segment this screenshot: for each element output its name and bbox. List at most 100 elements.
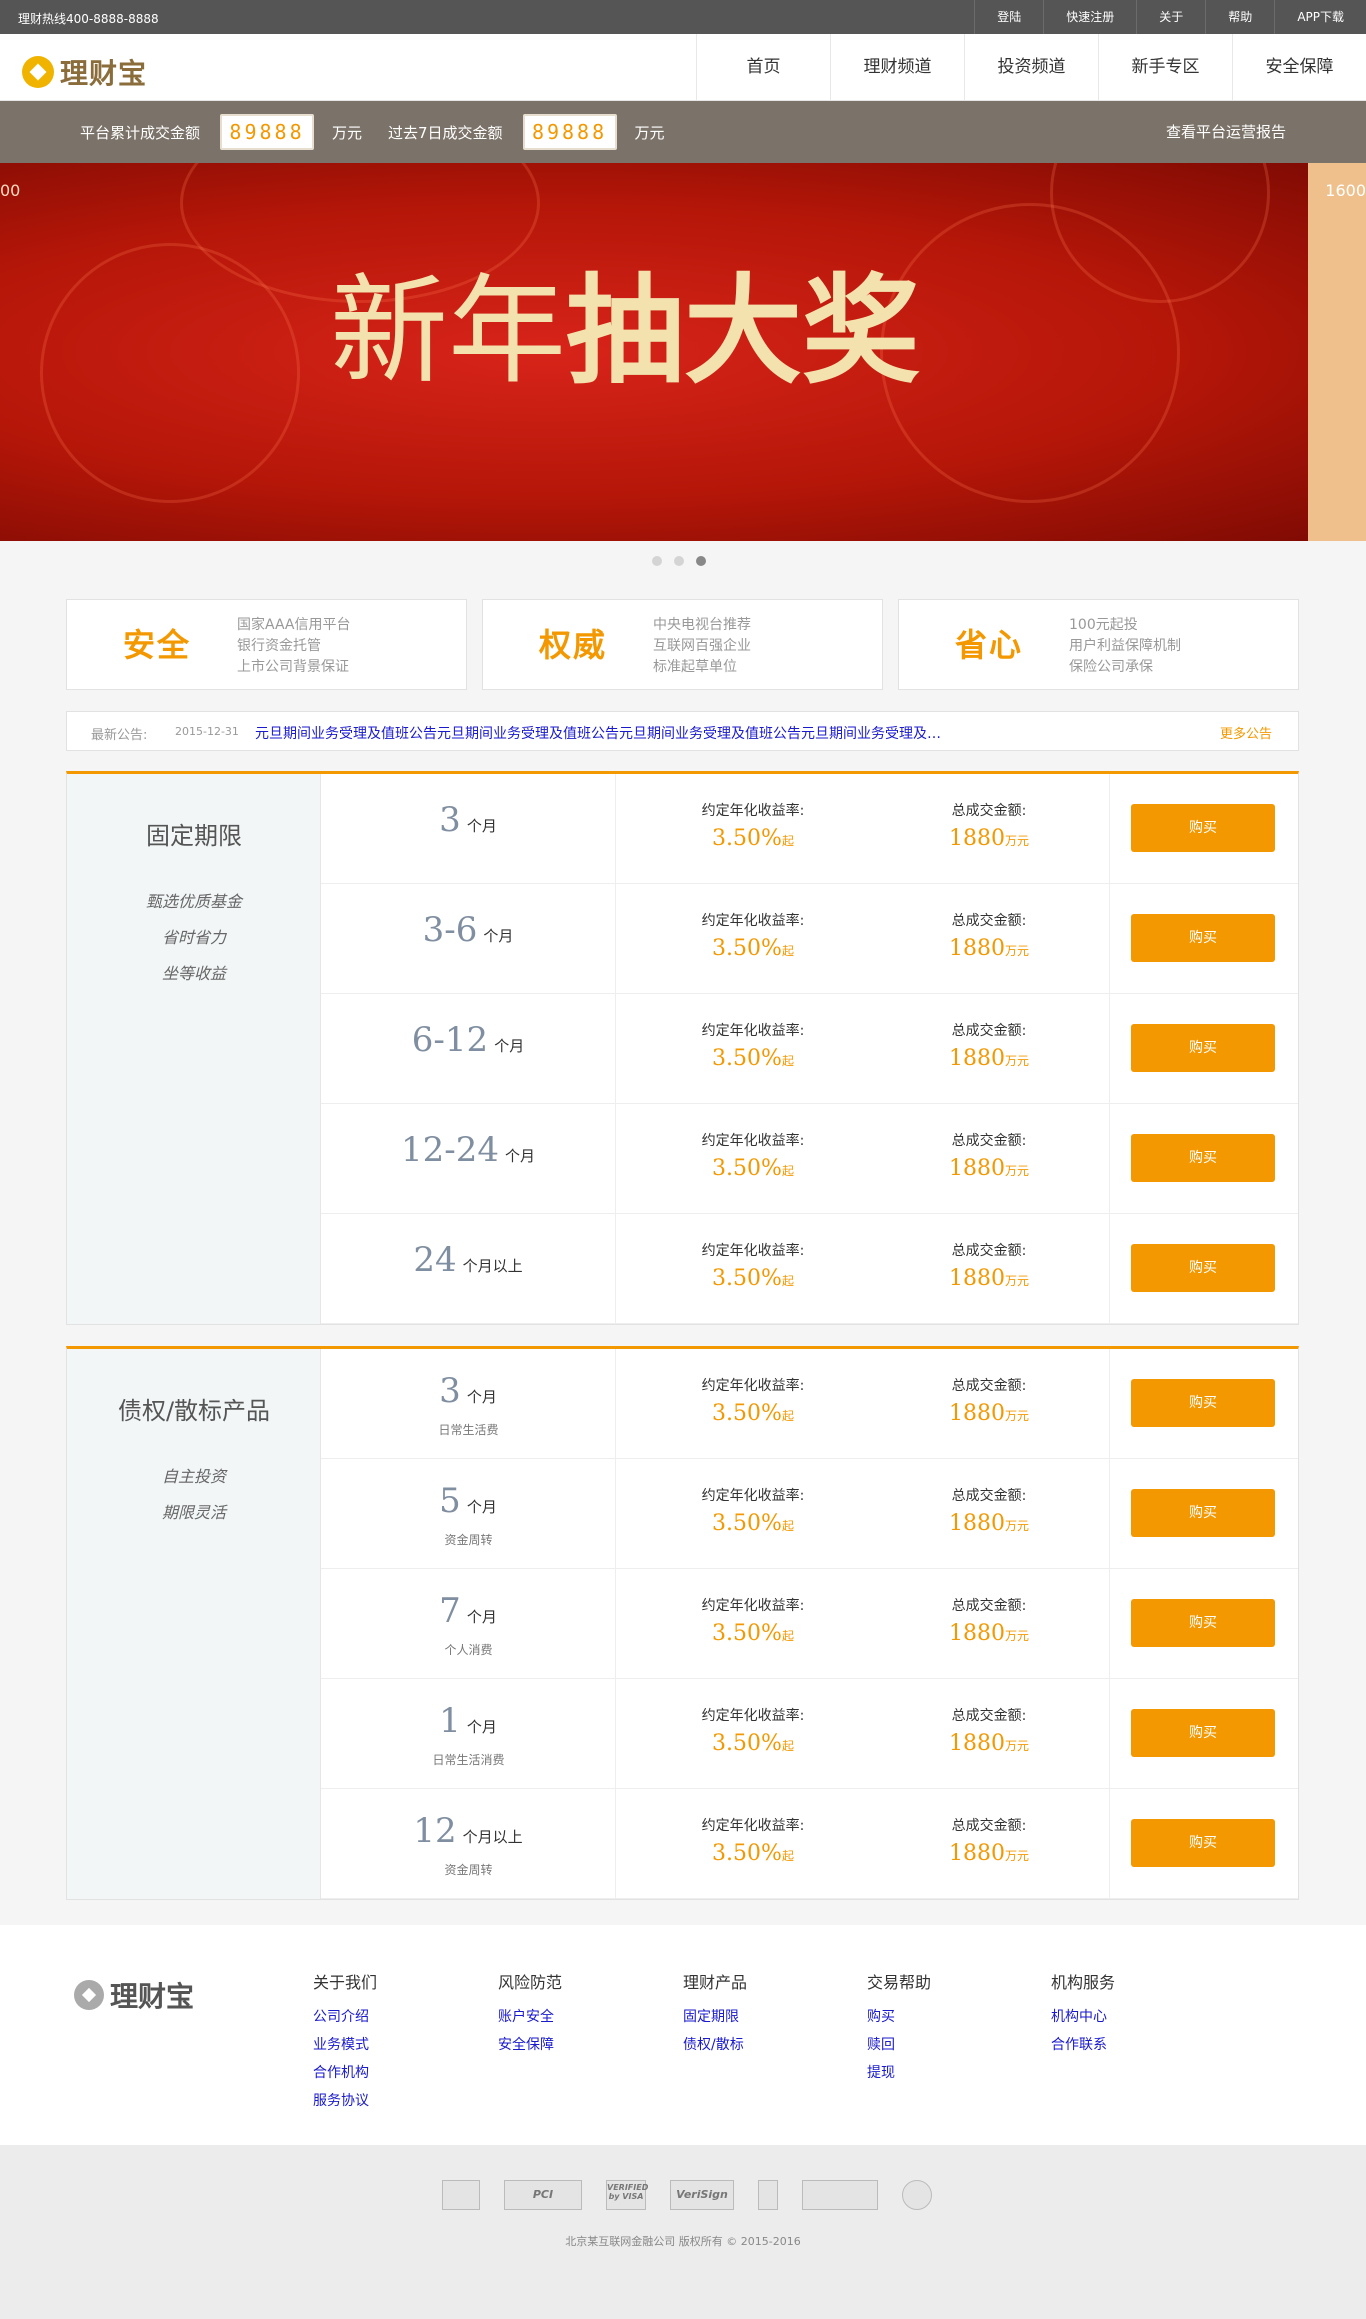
category-name: 固定期限	[146, 822, 242, 850]
feature-line: 互联网百强企业	[653, 638, 751, 654]
footer-link[interactable]: 服务协议	[313, 2087, 377, 2115]
buy-button[interactable]: 购买	[1131, 804, 1275, 852]
footer-link[interactable]: 合作机构	[313, 2059, 377, 2087]
notice-message-link[interactable]: 元旦期间业务受理及值班公告元旦期间业务受理及值班公告元旦期间业务受理及值班公告元…	[255, 723, 975, 743]
footer-col-about: 关于我们 公司介绍 业务模式 合作机构 服务协议	[313, 1969, 377, 2115]
buy-button[interactable]: 购买	[1131, 1599, 1275, 1647]
footer-link[interactable]: 合作联系	[1051, 2031, 1115, 2059]
buy-button[interactable]: 购买	[1131, 1489, 1275, 1537]
buy-button[interactable]: 购买	[1131, 1709, 1275, 1757]
rate-label: 约定年化收益率:	[701, 1488, 805, 1504]
term-purpose: 日常生活消费	[432, 1753, 505, 1767]
buy-button[interactable]: 购买	[1131, 1819, 1275, 1867]
rate-value: 3.50%	[712, 1731, 782, 1756]
total-block: 总成交金额: 1880万元	[909, 1020, 1069, 1071]
feature-line: 银行资金托管	[237, 638, 321, 654]
nav-item-finance[interactable]: 理财频道	[830, 34, 964, 101]
fixed-term-products: 固定期限 甄选优质基金 省时省力 坐等收益 3 个月 约定年化收益率: 3.50%起总…	[66, 771, 1299, 1325]
footer-col-title: 理财产品	[683, 1973, 748, 1992]
footer-col-help: 交易帮助 购买 赎回 提现	[867, 1969, 931, 2087]
total-value: 1880	[948, 1621, 1005, 1646]
term-unit: 个月以上	[462, 1257, 523, 1275]
footer-link[interactable]: 赎回	[867, 2031, 931, 2059]
total-value: 1880	[948, 1841, 1005, 1866]
nav-item-invest[interactable]: 投资频道	[964, 34, 1098, 101]
rate-suffix: 起	[781, 944, 794, 958]
total-value: 1880	[948, 826, 1005, 851]
row-divider	[1109, 1459, 1110, 1569]
footer-link[interactable]: 公司介绍	[313, 2003, 377, 2031]
rate-value: 3.50%	[712, 1621, 782, 1646]
app-download-link[interactable]: APP下载	[1274, 0, 1366, 34]
buy-button[interactable]: 购买	[1131, 1024, 1275, 1072]
footer-link[interactable]: 固定期限	[683, 2003, 747, 2031]
total-value: 1880	[948, 1156, 1005, 1181]
buy-button[interactable]: 购买	[1131, 1134, 1275, 1182]
more-notices-link[interactable]: 更多公告	[1220, 723, 1272, 742]
total-value-wrap: 1880万元	[909, 1266, 1069, 1291]
about-link[interactable]: 关于	[1136, 0, 1205, 34]
rate-value-wrap: 3.50%起	[673, 1266, 833, 1291]
term-unit: 个月	[466, 1388, 497, 1406]
rate-label: 约定年化收益率:	[701, 1133, 805, 1149]
logo[interactable]: 理财宝	[22, 52, 147, 92]
footer-link[interactable]: 账户安全	[498, 2003, 562, 2031]
product-row: 3-6 个月 约定年化收益率: 3.50%起 总成交金额: 1880万元 购买	[321, 884, 1298, 994]
footer-link[interactable]: 债权/散标	[683, 2031, 747, 2059]
category-tag: 坐等收益	[161, 964, 226, 983]
term-purpose: 个人消费	[444, 1643, 493, 1657]
nav-item-security[interactable]: 安全保障	[1232, 34, 1366, 101]
footer-link[interactable]: 提现	[867, 2059, 931, 2087]
rate-block: 约定年化收益率: 3.50%起	[673, 1485, 833, 1536]
total-label: 总成交金额:	[951, 1818, 1027, 1834]
footer-link[interactable]: 安全保障	[498, 2031, 562, 2059]
total-block: 总成交金额: 1880万元	[909, 800, 1069, 851]
login-link[interactable]: 登陆	[974, 0, 1043, 34]
term-value: 12	[413, 1811, 457, 1851]
footer-link[interactable]: 业务模式	[313, 2031, 377, 2059]
buy-button[interactable]: 购买	[1131, 1379, 1275, 1427]
report-link[interactable]: 查看平台运营报告	[1166, 121, 1286, 142]
total-label: 总成交金额:	[951, 1243, 1027, 1259]
help-link[interactable]: 帮助	[1205, 0, 1274, 34]
rate-suffix: 起	[781, 1739, 794, 1753]
row-divider	[1109, 774, 1110, 884]
total-value-wrap: 1880万元	[909, 1156, 1069, 1181]
footer-logo[interactable]: 理财宝	[74, 1975, 194, 2015]
week-value: 89888	[522, 114, 617, 150]
product-term: 3 个月	[321, 774, 616, 884]
banner-next-slide-peek[interactable]	[1308, 163, 1366, 541]
security-seal-icon	[758, 2180, 778, 2210]
banner-headline-bold: 抽大奖	[566, 262, 921, 400]
nav-item-home[interactable]: 首页	[696, 34, 830, 101]
certification-badges: PCI VERIFIED by VISA VeriSign	[442, 2180, 932, 2210]
total-block: 总成交金额: 1880万元	[909, 1595, 1069, 1646]
total-value: 89888	[220, 114, 315, 150]
product-row: 5 个月 资金周转 约定年化收益率: 3.50%起 总成交金额: 1880万元 购买	[321, 1459, 1298, 1569]
register-link[interactable]: 快速注册	[1043, 0, 1136, 34]
rate-value-wrap: 3.50%起	[673, 1731, 833, 1756]
nav-item-newbie[interactable]: 新手专区	[1098, 34, 1232, 101]
product-row: 3 个月 约定年化收益率: 3.50%起 总成交金额: 1880万元 购买	[321, 774, 1298, 884]
footer-link[interactable]: 机构中心	[1051, 2003, 1115, 2031]
carousel-dot-active[interactable]	[696, 556, 706, 566]
total-value-wrap: 1880万元	[909, 936, 1069, 961]
term-unit: 个月	[505, 1147, 536, 1165]
rate-label: 约定年化收益率:	[701, 1708, 805, 1724]
footer-link[interactable]: 购买	[867, 2003, 931, 2031]
rate-value: 3.50%	[712, 1841, 782, 1866]
buy-button[interactable]: 购买	[1131, 1244, 1275, 1292]
total-value-wrap: 1880万元	[909, 1731, 1069, 1756]
carousel-dot[interactable]	[674, 556, 684, 566]
total-block: 总成交金额: 1880万元	[909, 1815, 1069, 1866]
rate-label: 约定年化收益率:	[701, 913, 805, 929]
notice-label: 最新公告:	[91, 728, 148, 743]
buy-button[interactable]: 购买	[1131, 914, 1275, 962]
main-nav: 理财宝 首页 理财频道 投资频道 新手专区 安全保障	[0, 34, 1366, 101]
promo-banner[interactable]: 00 新年抽大奖 1600	[0, 163, 1366, 541]
term-unit: 个月	[466, 1498, 497, 1516]
term-value: 3	[439, 800, 461, 840]
feature-card-easy: 省心 100元起投 用户利益保障机制 保险公司承保	[898, 599, 1299, 690]
carousel-dot[interactable]	[652, 556, 662, 566]
rate-value: 3.50%	[712, 1156, 782, 1181]
